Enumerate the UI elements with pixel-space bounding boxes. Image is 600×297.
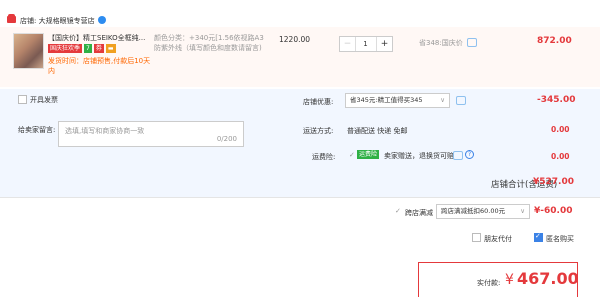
- shop-discount-label: 店铺优惠:: [303, 98, 334, 106]
- message-label: 给卖家留言:: [18, 126, 56, 134]
- shop-icon: [7, 14, 16, 23]
- payment-amount: 467.00: [517, 269, 579, 288]
- cross-shop-value: 跨店满减抵扣60.00元: [441, 207, 506, 215]
- quantity-input[interactable]: 1: [355, 37, 377, 51]
- comment-icon[interactable]: [456, 96, 466, 105]
- chevron-down-icon: ∨: [520, 207, 525, 215]
- invoice-checkbox[interactable]: [18, 95, 27, 104]
- cross-shop-check-icon: ✓: [395, 207, 401, 215]
- quantity-stepper[interactable]: − 1 +: [339, 36, 393, 52]
- insurance-badge: 运费险: [357, 150, 380, 159]
- unit-price: 1220.00: [279, 35, 311, 44]
- insurance-check-icon: ✓: [349, 151, 355, 159]
- cross-shop-select[interactable]: 跨店满减抵扣60.00元 ∨: [436, 204, 530, 219]
- cross-shop-amount: ¥-60.00: [534, 206, 573, 216]
- item-subtotal: 872.00: [537, 36, 572, 46]
- chevron-down-icon: ∨: [440, 96, 445, 104]
- shop-total-amount: ¥527.00: [533, 177, 574, 187]
- help-icon[interactable]: ?: [465, 150, 474, 159]
- message-counter: 0/200: [216, 135, 237, 143]
- cross-shop-label: 跨店满减: [405, 209, 433, 217]
- message-placeholder: 选填,填写和商家协商一致: [65, 127, 145, 135]
- friend-pay-label: 朋友代付: [484, 235, 512, 243]
- insurance-label: 运费险:: [312, 153, 336, 161]
- delivery-fee: 0.00: [551, 125, 570, 134]
- comment-icon[interactable]: [467, 38, 477, 47]
- product-spec: 颜色分类：+340元[1.56依视路A3防紫外线（填写颜色和度数请留言): [154, 34, 264, 52]
- comment-icon[interactable]: [453, 151, 463, 160]
- tag-card: ▬: [105, 44, 116, 53]
- invoice-label: 开具发票: [30, 96, 58, 104]
- divider: [0, 197, 600, 198]
- quantity-decrease-button[interactable]: −: [340, 37, 356, 51]
- payment-label: 实付款:: [477, 279, 501, 287]
- delivery-value: 普通配送 快递 免邮: [347, 127, 408, 135]
- shop-discount-select[interactable]: 省345元:精工值得买345 ∨: [345, 93, 450, 108]
- delivery-label: 运送方式:: [303, 127, 334, 135]
- tag-coupon: 券: [93, 44, 104, 53]
- insurance-text: 卖家赠送，退换货可赔: [384, 152, 454, 160]
- payment-currency: ¥: [505, 272, 514, 288]
- discount-note: 省348:国庆价: [419, 39, 463, 47]
- shop-name[interactable]: 店铺: 大规格眼镜专营店: [20, 16, 95, 26]
- quantity-increase-button[interactable]: +: [377, 37, 392, 51]
- product-tags: 国庆狂欢季 7 券 ▬: [48, 44, 118, 53]
- anonymous-checkbox[interactable]: [534, 232, 543, 242]
- tag-7day: 7: [84, 44, 92, 53]
- product-thumbnail[interactable]: [13, 33, 44, 69]
- insurance-fee: 0.00: [551, 152, 570, 161]
- friend-pay-checkbox[interactable]: [472, 233, 481, 242]
- product-title[interactable]: 【国庆价】精工SEIKO全框纯...: [48, 33, 148, 43]
- shipping-note: 发货时间：店铺预售,付款后10天内: [48, 57, 151, 75]
- anonymous-label: 匿名购买: [546, 235, 574, 243]
- message-textarea[interactable]: 选填,填写和商家协商一致 0/200: [58, 121, 244, 147]
- shop-discount-value: 省345元:精工值得买345: [350, 96, 423, 104]
- tag-promo: 国庆狂欢季: [48, 44, 83, 53]
- chat-icon[interactable]: [98, 16, 106, 24]
- shop-discount-amount: -345.00: [537, 95, 576, 105]
